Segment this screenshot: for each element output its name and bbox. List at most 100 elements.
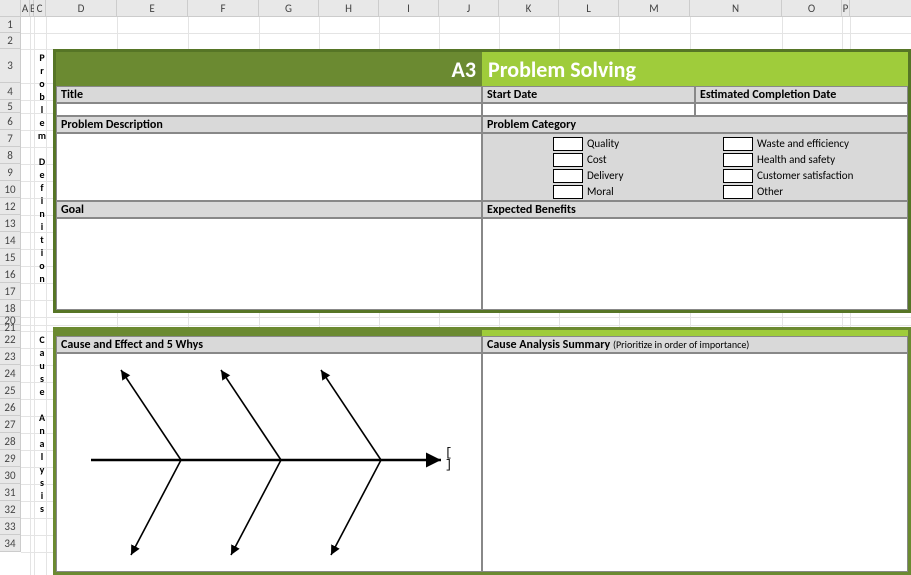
row-header-25[interactable]: 25 [0,382,21,399]
row-header-9[interactable]: 9 [0,164,21,181]
row-header-1[interactable]: 1 [0,17,21,33]
column-header-N[interactable]: N [690,0,782,16]
fishbone-diagram [61,355,481,565]
category-label-left-0: Quality [587,137,619,150]
category-label-left-1: Cost [587,153,607,166]
category-checkbox-left-1[interactable] [553,153,583,167]
label-problem-description: Problem Description [56,116,482,133]
select-all-corner[interactable] [0,0,21,16]
category-checkbox-left-2[interactable] [553,169,583,183]
category-label-right-2: Customer satisfaction [757,169,853,182]
label-cause-and-effect: Cause and Effect and 5 Whys [56,336,482,353]
spreadsheet-view: ABCDEFGHIJKLMNOP 12345678910121314151617… [0,0,911,575]
section-label-cause-analysis: Cause Analysis [34,333,50,515]
column-header-I[interactable]: I [379,0,439,16]
category-checkbox-right-2[interactable] [723,169,753,183]
section-label-problem-definition: Problem Definition [34,51,50,285]
column-header-D[interactable]: D [46,0,117,16]
row-header-16[interactable]: 16 [0,266,21,283]
category-row-left-2: Delivery [553,168,713,184]
category-checkbox-right-0[interactable] [723,137,753,151]
column-header-G[interactable]: G [259,0,319,16]
category-checkbox-right-3[interactable] [723,185,753,199]
input-cause-summary[interactable] [482,353,908,572]
category-checkbox-left-0[interactable] [553,137,583,151]
row-header-29[interactable]: 29 [0,450,21,467]
category-row-right-0: Waste and efficiency [723,136,903,152]
row-header-10[interactable]: 10 [0,181,21,198]
row-header-15[interactable]: 15 [0,249,21,266]
title-left: A3 [56,52,482,86]
column-header-H[interactable]: H [319,0,379,16]
column-header-L[interactable]: L [559,0,619,16]
label-problem-category: Problem Category [482,116,908,133]
row-header-17[interactable]: 17 [0,283,21,300]
row-header-23[interactable]: 23 [0,348,21,365]
label-expected-benefits: Expected Benefits [482,201,908,218]
row-header-28[interactable]: 28 [0,433,21,450]
category-row-right-3: Other [723,184,903,200]
column-header-A[interactable]: A [21,0,30,16]
column-header-P[interactable]: P [842,0,850,16]
row-header-column: 1234567891012131415161718202122232425262… [0,17,21,552]
bracket-close: ] [445,459,452,471]
label-start-date: Start Date [482,86,695,103]
column-header-O[interactable]: O [782,0,842,16]
fishbone-area[interactable]: [ ] [56,353,482,572]
category-checkbox-left-3[interactable] [553,185,583,199]
input-goal[interactable] [56,218,482,310]
row-header-24[interactable]: 24 [0,365,21,382]
column-header-J[interactable]: J [439,0,499,16]
category-checkbox-right-1[interactable] [723,153,753,167]
category-row-right-1: Health and safety [723,152,903,168]
row-header-2[interactable]: 2 [0,33,21,49]
row-header-22[interactable]: 22 [0,331,21,348]
column-header-row: ABCDEFGHIJKLMNOP [0,0,911,17]
category-row-left-3: Moral [553,184,713,200]
input-title[interactable] [56,103,482,116]
column-header-E[interactable]: E [117,0,188,16]
column-header-F[interactable]: F [188,0,259,16]
category-label-left-2: Delivery [587,169,624,182]
problem-category-area: Quality Cost Delivery Moral Waste and effic… [482,133,908,201]
row-header-4[interactable]: 4 [0,83,21,100]
row-header-14[interactable]: 14 [0,232,21,249]
row-header-34[interactable]: 34 [0,535,21,552]
category-row-left-0: Quality [553,136,713,152]
input-est-completion[interactable] [695,103,908,116]
input-start-date[interactable] [482,103,695,116]
label-goal: Goal [56,201,482,218]
row-header-26[interactable]: 26 [0,399,21,416]
row-header-13[interactable]: 13 [0,215,21,232]
column-header-K[interactable]: K [499,0,559,16]
input-problem-description[interactable] [56,133,482,201]
label-cause-summary: Cause Analysis Summary (Prioritize in or… [482,336,908,353]
column-header-M[interactable]: M [619,0,690,16]
cause-summary-note: (Prioritize in order of importance) [613,338,749,351]
row-header-7[interactable]: 7 [0,130,21,147]
category-label-right-0: Waste and efficiency [757,137,849,150]
row-header-6[interactable]: 6 [0,113,21,130]
row-header-30[interactable]: 30 [0,467,21,484]
panel-problem-definition: A3 Problem Solving Title Start Date Esti… [53,49,911,313]
row-header-31[interactable]: 31 [0,484,21,501]
row-header-32[interactable]: 32 [0,501,21,518]
category-row-left-1: Cost [553,152,713,168]
row-header-12[interactable]: 12 [0,198,21,215]
category-row-right-2: Customer satisfaction [723,168,903,184]
category-label-right-1: Health and safety [757,153,835,166]
column-header-C[interactable]: C [34,0,46,16]
row-header-3[interactable]: 3 [0,49,21,83]
row-header-5[interactable]: 5 [0,100,21,113]
category-label-right-3: Other [757,185,783,198]
input-expected-benefits[interactable] [482,218,908,310]
panel-title-bar: A3 Problem Solving [56,52,908,86]
label-title: Title [56,86,482,103]
row-header-27[interactable]: 27 [0,416,21,433]
cause-summary-text: Cause Analysis Summary [487,338,610,352]
row-header-8[interactable]: 8 [0,147,21,164]
row-header-33[interactable]: 33 [0,518,21,535]
label-est-completion: Estimated Completion Date [695,86,908,103]
panel-cause-analysis: Cause and Effect and 5 Whys Cause Analys… [53,327,911,575]
grid-area[interactable]: Problem Definition Cause Analysis A3 Pro… [21,17,911,575]
